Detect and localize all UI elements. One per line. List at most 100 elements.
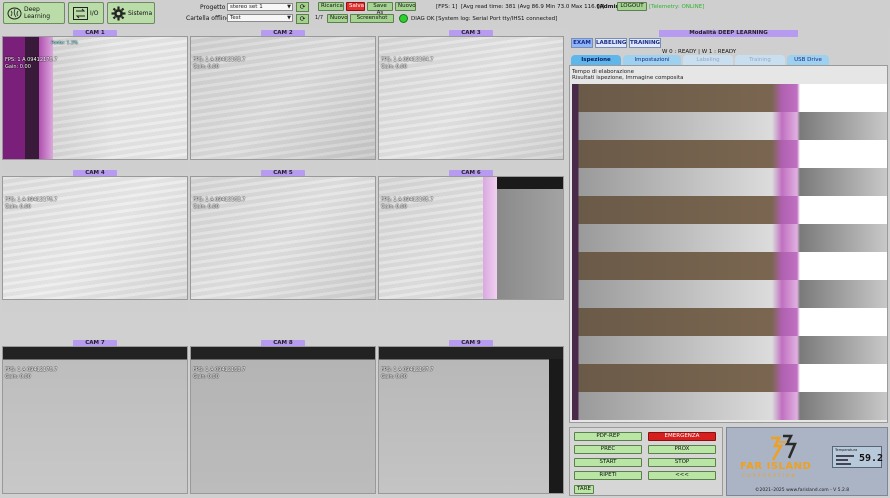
emergency-button[interactable]: EMERGENZA (648, 432, 716, 441)
cam-fps: FPS: 1 A 09412164.7 (381, 57, 434, 63)
sistema-button[interactable]: Sistema (107, 2, 155, 24)
brand-panel: FAR ISLAND CORPORATION ©2021–2025 www.fa… (726, 427, 888, 496)
copyright-text: ©2021–2025 www.farisland.com - V 5.2.8 (755, 488, 850, 493)
refresh-icon: ⟳ (299, 3, 306, 11)
save-as-button[interactable]: Save As (367, 2, 393, 16)
composite-image[interactable] (572, 84, 887, 420)
camera-tile-2: CAM 2 FPS: 1 A 09412163.7 Gain: 0.00 (190, 29, 376, 172)
cam-label: Fonte: 1.3% (51, 41, 78, 46)
cam-fps: FPS: 1 A 09412176.7 (5, 197, 58, 203)
tab-training[interactable]: TRAINING (629, 38, 661, 48)
refresh-icon: ⟳ (299, 15, 306, 23)
deep-learning-button[interactable]: Deep Learning (3, 2, 65, 24)
chevron-down-icon: ▼ (287, 4, 291, 10)
cam-gain: Gain: 0.00 (381, 64, 407, 70)
next-button[interactable]: PROX (648, 445, 716, 454)
tab-labeling-view[interactable]: Labeling (683, 55, 733, 65)
camera-tile-4: CAM 4 FPS: 1 A 09412176.7 Gain: 0.00 (2, 169, 188, 312)
nuovo-folder-button[interactable]: Nuovo (327, 14, 348, 23)
far-island-logo-icon (765, 434, 799, 464)
avg-read-time: [Avg read time: 381 (Avg 86.9 Min 73.0 M… (461, 4, 605, 10)
cartella-refresh-button[interactable]: ⟳ (296, 14, 309, 24)
telemetry-status: [Telemetry: ONLINE] (649, 4, 705, 10)
progetto-select[interactable]: stereo set 1 ▼ (227, 3, 293, 11)
tare-button[interactable]: TARE (574, 485, 594, 494)
cartella-value: Test (230, 15, 241, 21)
ricarica-button[interactable]: Ricarica (318, 2, 344, 11)
diag-status: DIAG OK (411, 16, 435, 22)
camera-tile-6: CAM 6 FPS: 1 A 09412165.7 Gain: 0.00 (378, 169, 564, 312)
temperature-display: Temperatura 59.2 (832, 446, 884, 468)
control-panel: PDF-REP EMERGENZA PREC PROX START STOP R… (569, 427, 723, 496)
cartella-select[interactable]: Test ▼ (227, 14, 293, 22)
camera-tile-7: CAM 7 FPS: 1 A 09412176.7 Gain: 0.00 (2, 339, 188, 494)
cam-gain: Gain: 0.00 (193, 204, 219, 210)
cam-fps: FPS: 1 A 09412176.7 (5, 367, 58, 373)
diag-status-light (399, 14, 408, 23)
cam-gain: Gain: 0.00 (193, 374, 219, 380)
camera-tile-9: CAM 9 FPS: 1 A 09412167.7 Gain: 0.00 (378, 339, 564, 494)
screenshot-button[interactable]: Screenshot (350, 14, 394, 23)
camera-view[interactable]: FPS: 1 A 09412176.7 Gain: 0.00 (2, 176, 188, 300)
brand-subtitle: CORPORATION (742, 474, 797, 479)
chevron-down-icon: ▼ (287, 15, 291, 21)
lcd-value: 59.2 (859, 453, 884, 464)
nuovo-button[interactable]: Nuovo (395, 2, 416, 11)
camera-view[interactable]: FPS: 1 A 09412163.7 Gain: 0.00 (190, 346, 376, 494)
brand-name: FAR ISLAND (740, 461, 812, 472)
cam-fps: FPS: 1 A 09412165.7 (381, 197, 434, 203)
camera-view[interactable]: FPS: 1 A 09412176.7 Gain: 0.00 (2, 346, 188, 494)
image-counter: 1/7 (315, 15, 324, 21)
cam-fps: FPS: 1 A 09412163.7 (193, 57, 246, 63)
camera-tile-3: CAM 3 FPS: 1 A 09412164.7 Gain: 0.00 (378, 29, 564, 172)
tab-impostazioni[interactable]: Impostazioni (623, 55, 681, 65)
camera-view[interactable]: FPS: 1 A 09412163.7 Gain: 0.00 (190, 36, 376, 160)
tab-usb-drive[interactable]: USB Drive (787, 55, 829, 65)
io-label: I/O (90, 9, 99, 17)
cam-gain: Gain: 0.00 (5, 204, 31, 210)
progetto-label: Progetto (200, 4, 226, 11)
gear-icon (111, 5, 126, 21)
io-button[interactable]: I/O (68, 2, 104, 24)
tab-exam[interactable]: EXAM (571, 38, 593, 48)
camera-view[interactable]: Fonte: 1.3% FPS: 1 A 09412176.7 Gain: 0.… (2, 36, 188, 160)
tab-ispezione[interactable]: Ispezione (571, 55, 621, 65)
repeat-button[interactable]: RIPETI (574, 471, 642, 480)
sistema-label: Sistema (128, 9, 153, 17)
view-tabs: Ispezione Impostazioni Labeling Training… (569, 55, 888, 65)
cartella-label: Cartella offline (186, 15, 230, 22)
start-button[interactable]: START (574, 458, 642, 467)
system-log: [System log: Serial Port tty/IHS1 connec… (436, 16, 558, 22)
camera-view[interactable]: FPS: 1 A 09412165.7 Gain: 0.00 (378, 176, 564, 300)
cam-gain: Gain: 0.00 (381, 204, 407, 210)
camera-view[interactable]: FPS: 1 A 09412163.7 Gain: 0.00 (190, 176, 376, 300)
back-button[interactable]: <<< (648, 471, 716, 480)
io-arrows-icon (72, 5, 88, 21)
deep-learning-panel: Modalità DEEP LEARNING EXAM LABELING TRA… (569, 28, 888, 425)
deep-learning-label: Deep Learning (24, 6, 51, 20)
top-toolbar: Deep Learning I/O Sistema Progetto stere… (0, 0, 890, 28)
camera-tile-1: CAM 1 Fonte: 1.3% FPS: 1 A 09412176.7 Ga… (2, 29, 188, 172)
camera-tile-8: CAM 8 FPS: 1 A 09412163.7 Gain: 0.00 (190, 339, 376, 494)
pdf-report-button[interactable]: PDF-REP (574, 432, 642, 441)
tab-labeling[interactable]: LABELING (595, 38, 627, 48)
cam-gain: Gain: 0.00 (193, 64, 219, 70)
progetto-value: stereo set 1 (230, 4, 263, 10)
inspection-view: Tempo di elaborazione Risultati ispezion… (569, 65, 888, 423)
cam-gain: Gain: 0.00 (381, 374, 407, 380)
salva-button[interactable]: Salva (346, 2, 365, 11)
logout-button[interactable]: LOGOUT (617, 2, 647, 11)
camera-tile-5: CAM 5 FPS: 1 A 09412163.7 Gain: 0.00 (190, 169, 376, 312)
fps-readout: [FPS: 1] (436, 4, 458, 10)
camera-view[interactable]: FPS: 1 A 09412164.7 Gain: 0.00 (378, 36, 564, 160)
camera-view[interactable]: FPS: 1 A 09412167.7 Gain: 0.00 (378, 346, 564, 494)
cam-fps: FPS: 1 A 09412163.7 (193, 367, 246, 373)
stop-button[interactable]: STOP (648, 458, 716, 467)
lcd-label: Temperatura (835, 448, 858, 452)
progetto-refresh-button[interactable]: ⟳ (296, 2, 309, 12)
panel-title: Modalità DEEP LEARNING (659, 30, 798, 37)
cam-gain: Gain: 0.00 (5, 64, 31, 70)
tab-training-view[interactable]: Training (735, 55, 785, 65)
prev-button[interactable]: PREC (574, 445, 642, 454)
cam-fps: FPS: 1 A 09412167.7 (381, 367, 434, 373)
